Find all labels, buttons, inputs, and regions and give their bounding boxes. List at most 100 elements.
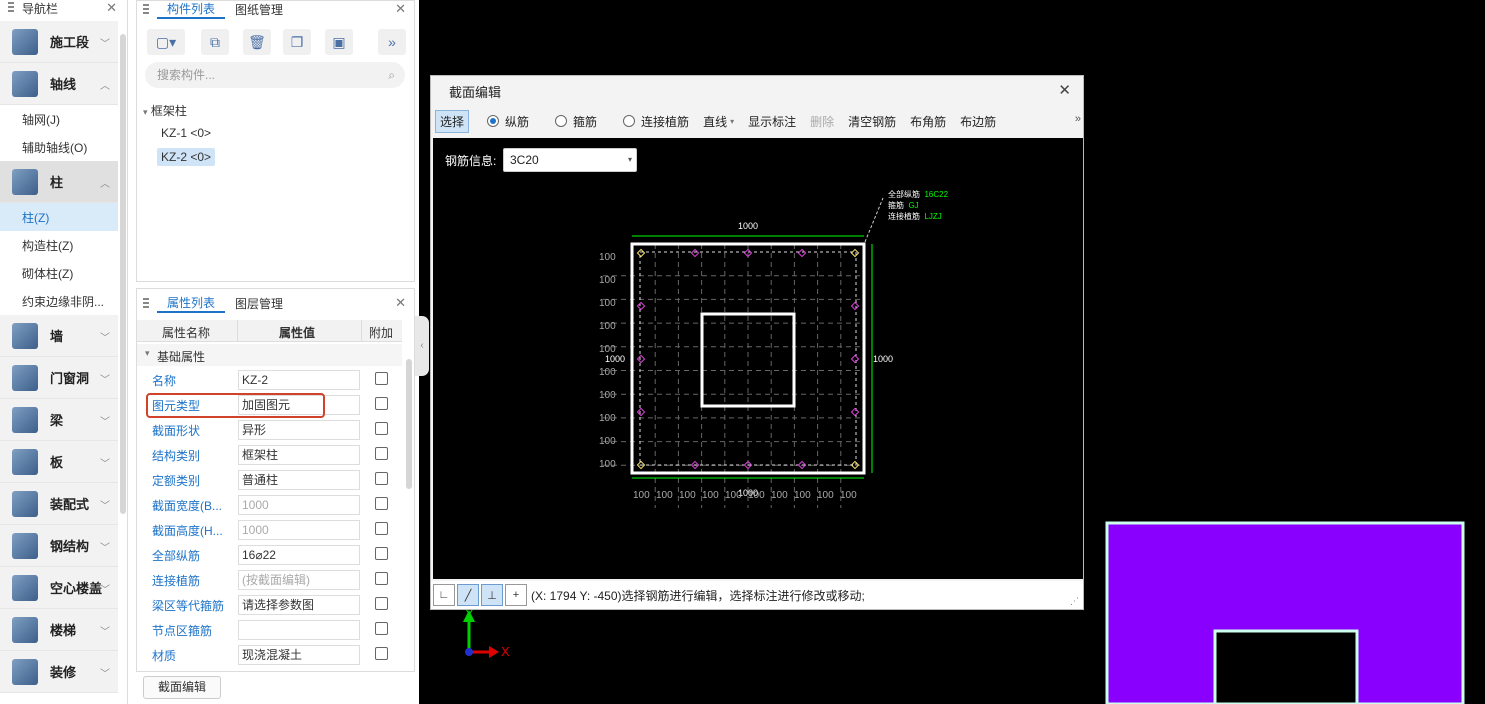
close-icon[interactable]: ✕ (1058, 81, 1071, 99)
rebar-point[interactable] (850, 354, 860, 364)
select-button[interactable]: 选择 (435, 109, 470, 133)
edge-bar-button[interactable]: 布边筋 (960, 113, 996, 130)
property-checkbox[interactable] (375, 647, 388, 660)
nav-category-4[interactable]: 门窗洞 ﹀ (0, 357, 118, 399)
long-bar-radio[interactable]: 纵筋 (487, 113, 529, 130)
property-value[interactable] (238, 620, 360, 640)
property-scrollbar[interactable] (406, 359, 412, 489)
property-value[interactable]: 框架柱 (238, 445, 360, 465)
nav-category-label: 轴线 (50, 77, 77, 92)
property-checkbox[interactable] (375, 522, 388, 535)
property-checkbox[interactable] (375, 572, 388, 585)
clear-rebar-button[interactable]: 清空钢筋 (848, 113, 896, 130)
rebar-point[interactable] (636, 354, 646, 364)
anchor-radio[interactable]: 连接植筋 (623, 113, 689, 130)
property-checkbox[interactable] (375, 547, 388, 560)
property-checkbox[interactable] (375, 397, 388, 410)
nav-category-1[interactable]: 轴线 ︿ (0, 63, 118, 105)
delete-button[interactable]: 删除 (810, 113, 834, 130)
rebar-point[interactable] (850, 407, 860, 417)
show-label-button[interactable]: 显示标注 (748, 113, 796, 130)
more-tools-button[interactable]: » (378, 29, 406, 55)
collapse-handle[interactable]: ‹ (415, 316, 429, 376)
nav-sub-column-0[interactable]: 柱(Z) (0, 203, 118, 231)
rebar-point[interactable] (636, 407, 646, 417)
drag-grip-icon[interactable] (8, 2, 14, 14)
section-edit-button[interactable]: 截面编辑 (143, 676, 221, 699)
property-checkbox[interactable] (375, 597, 388, 610)
corner-bar-button[interactable]: 布角筋 (910, 113, 946, 130)
rebar-point[interactable] (690, 248, 700, 258)
nav-sub-column-1[interactable]: 构造柱(Z) (0, 231, 118, 259)
property-value[interactable]: 请选择参数图 (238, 595, 360, 615)
tab-property-list[interactable]: 属性列表 (157, 295, 226, 313)
property-value[interactable]: KZ-2 (238, 370, 360, 390)
nav-sub-column-2[interactable]: 砌体柱(Z) (0, 259, 118, 287)
tab-component-list[interactable]: 构件列表 (157, 1, 226, 19)
rebar-point[interactable] (850, 248, 860, 258)
close-icon[interactable]: ✕ (395, 1, 406, 17)
rebar-point[interactable] (797, 248, 807, 258)
nav-category-2[interactable]: 柱 ︿ (0, 161, 118, 203)
delete-button[interactable]: 🗑 (243, 29, 271, 55)
nav-sub-axis-1[interactable]: 辅助轴线(O) (0, 133, 118, 161)
chevron-down-icon: ﹀ (100, 501, 110, 512)
tab-drawing-management[interactable]: 图纸管理 (225, 2, 293, 18)
close-icon[interactable]: ✕ (395, 295, 406, 311)
property-checkbox[interactable] (375, 472, 388, 485)
nav-category-7[interactable]: 装配式 ﹀ (0, 483, 118, 525)
rebar-point[interactable] (636, 248, 646, 258)
nav-category-11[interactable]: 装修 ﹀ (0, 651, 118, 693)
tab-layer-management[interactable]: 图层管理 (225, 296, 293, 312)
nav-category-9[interactable]: 空心楼盖 ﹀ (0, 567, 118, 609)
close-icon[interactable]: ✕ (106, 0, 117, 16)
property-checkbox[interactable] (375, 422, 388, 435)
stirrup-radio[interactable]: 箍筋 (555, 113, 597, 130)
copy-button[interactable]: ⧉ (201, 29, 229, 55)
diagonal-icon[interactable]: ╱ (457, 584, 479, 606)
add-point-icon[interactable]: + (505, 584, 527, 606)
property-value[interactable]: 1000 (238, 520, 360, 540)
property-checkbox[interactable] (375, 447, 388, 460)
nav-category-10[interactable]: 楼梯 ﹀ (0, 609, 118, 651)
nav-sub-axis-0[interactable]: 轴网(J) (0, 105, 118, 133)
save-template-button[interactable]: ▣ (325, 29, 353, 55)
chevron-down-icon: ﹀ (100, 39, 110, 50)
property-value[interactable]: 异形 (238, 420, 360, 440)
orthogonal-icon[interactable]: ∟ (433, 584, 455, 606)
nav-category-0[interactable]: 施工段 ﹀ (0, 21, 118, 63)
property-checkbox[interactable] (375, 372, 388, 385)
more-icon[interactable]: » (1075, 113, 1081, 125)
section-canvas[interactable]: 钢筋信息: 3C20 ▾ 1000 1000 1000 1000 100 100 1… (433, 138, 1083, 579)
lock-grip-icon[interactable] (143, 298, 149, 310)
nav-category-6[interactable]: 板 ﹀ (0, 441, 118, 483)
new-component-button[interactable]: ▢▾ (147, 29, 185, 55)
property-value[interactable]: 16⌀22 (238, 545, 360, 565)
nav-category-3[interactable]: 墙 ﹀ (0, 315, 118, 357)
property-checkbox[interactable] (375, 497, 388, 510)
search-input[interactable]: 搜索构件... ⌕ (145, 62, 405, 88)
rebar-legend[interactable]: 全部纵筋 16C22 箍筋 GJ 连接植筋 LJZJ (888, 189, 948, 222)
nav-scrollbar[interactable] (120, 34, 126, 514)
property-value[interactable]: 现浇混凝土 (238, 645, 360, 665)
property-checkbox[interactable] (375, 622, 388, 635)
tree-item-kz2[interactable]: KZ-2 <0> (157, 148, 216, 166)
nav-category-5[interactable]: 梁 ﹀ (0, 399, 118, 441)
line-dropdown[interactable]: 直线 ▾ (703, 113, 734, 130)
property-value[interactable]: 普通柱 (238, 470, 360, 490)
outer-section[interactable] (630, 242, 866, 475)
tree-root[interactable]: ▾ 框架柱 (143, 102, 187, 119)
property-value[interactable]: (按截面编辑) (238, 570, 360, 590)
nav-category-8[interactable]: 钢结构 ﹀ (0, 525, 118, 567)
group-basic[interactable]: ▾ 基础属性 (137, 344, 402, 366)
rebar-point[interactable] (636, 301, 646, 311)
drag-grip-icon[interactable] (143, 4, 149, 16)
perpendicular-icon[interactable]: ⊥ (481, 584, 503, 606)
property-value[interactable]: 1000 (238, 495, 360, 515)
copy-to-floor-button[interactable]: ❐ (283, 29, 311, 55)
bottom-grid-dim: 100 (817, 490, 834, 501)
rebar-point[interactable] (850, 301, 860, 311)
resize-grip-icon[interactable]: ⋰ (1070, 596, 1079, 607)
nav-sub-column-3[interactable]: 约束边缘非阴... (0, 287, 118, 315)
tree-item-kz1[interactable]: KZ-1 <0> (161, 126, 211, 140)
